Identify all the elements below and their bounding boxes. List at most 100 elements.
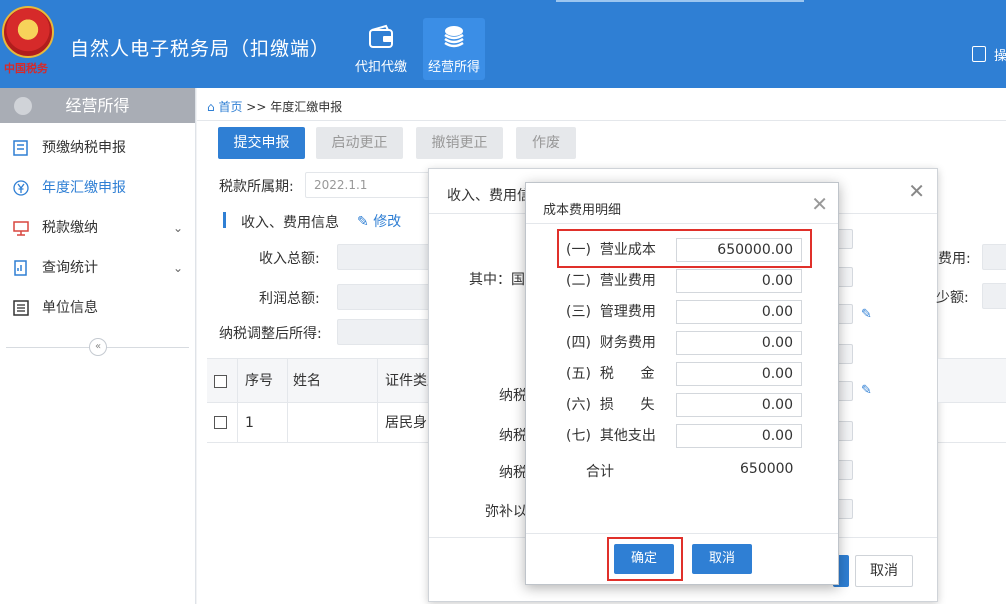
operating-expense-input[interactable]: 0.00 xyxy=(676,269,802,293)
edit-link[interactable]: ✎ 修改 xyxy=(357,211,401,231)
sidebar-item-label: 预缴纳税申报 xyxy=(42,140,126,156)
cost-label: (五) 税 金 xyxy=(566,366,655,382)
payment-icon xyxy=(13,221,29,236)
highlight-confirm xyxy=(607,537,683,581)
highlight-operating-cost xyxy=(557,229,812,268)
yen-icon xyxy=(13,180,29,196)
close-icon[interactable]: ✕ xyxy=(811,192,828,216)
total-income-input[interactable] xyxy=(337,244,437,270)
void-button[interactable]: 作废 xyxy=(516,127,576,159)
sidebar-item-annual-declaration[interactable]: 年度汇缴申报 xyxy=(0,168,195,208)
breadcrumb-home[interactable]: 首页 xyxy=(218,100,242,114)
dialog-title: 收入、费用信 xyxy=(447,188,531,204)
cancel-button[interactable]: 取消 xyxy=(692,544,752,574)
cost-label: (三) 管理费用 xyxy=(566,304,656,320)
close-icon[interactable]: ✕ xyxy=(908,179,925,203)
nav-business-income[interactable]: 经营所得 xyxy=(423,18,485,80)
wallet-icon xyxy=(369,24,393,48)
total-value: 650000 xyxy=(740,461,794,477)
total-income-label: 收入总额: xyxy=(259,251,320,267)
chart-doc-icon xyxy=(14,260,27,276)
breadcrumb: ⌂ 首页 >> 年度汇缴申报 xyxy=(207,98,342,115)
period-input[interactable]: 2022.1.1 xyxy=(305,172,435,198)
breadcrumb-separator: >> xyxy=(246,100,267,114)
sidebar-item-query-stats[interactable]: 查询统计 ⌄ xyxy=(0,248,195,288)
column-divider xyxy=(287,358,288,443)
admin-expense-input[interactable]: 0.00 xyxy=(676,300,802,324)
nav-business-income-label: 经营所得 xyxy=(427,60,480,75)
row-index: 1 xyxy=(245,415,254,431)
cost-label: (六) 损 失 xyxy=(566,397,655,413)
taxes-input[interactable]: 0.00 xyxy=(676,362,802,386)
dialog-label: 纳税 xyxy=(499,465,527,481)
dialog-cancel-button[interactable]: 取消 xyxy=(855,555,913,587)
start-correction-button[interactable]: 启动更正 xyxy=(316,127,403,159)
tax-emblem-icon xyxy=(2,6,54,58)
home-icon[interactable]: ⌂ xyxy=(207,100,215,114)
header-accent-line xyxy=(556,0,804,2)
chevron-down-icon[interactable]: ⌄ xyxy=(173,248,183,288)
cost-detail-dialog: 成本费用明细 ✕ (一) 营业成本 650000.00 (二) 营业费用 0.0… xyxy=(525,182,839,585)
row-checkbox[interactable] xyxy=(214,416,227,429)
app-title: 自然人电子税务局（扣缴端） xyxy=(70,38,331,60)
cost-label: (二) 营业费用 xyxy=(566,273,656,289)
cancel-correction-button[interactable]: 撤销更正 xyxy=(416,127,503,159)
period-label: 税款所属期: xyxy=(219,179,294,195)
sidebar-item-label: 年度汇缴申报 xyxy=(42,180,126,196)
submit-declaration-button[interactable]: 提交申报 xyxy=(218,127,305,159)
sidebar: 经营所得 预缴纳税申报 年度汇缴申报 税款缴纳 ⌄ 查询统计 ⌄ 单位信息 « xyxy=(0,88,196,604)
pencil-icon[interactable]: ✎ xyxy=(861,383,875,398)
column-divider xyxy=(237,358,238,443)
fee-input[interactable] xyxy=(982,244,1006,270)
row-id-type: 居民身 xyxy=(385,415,427,431)
column-header-index: 序号 xyxy=(245,373,273,389)
sidebar-item-unit-info[interactable]: 单位信息 xyxy=(0,288,195,328)
sidebar-item-label: 单位信息 xyxy=(42,300,98,316)
section-marker xyxy=(223,212,226,228)
sidebar-header: 经营所得 xyxy=(0,88,195,123)
total-profit-input[interactable] xyxy=(337,284,437,310)
operation-icon[interactable] xyxy=(972,46,986,62)
sidebar-item-label: 查询统计 xyxy=(42,260,98,276)
coin-stack-icon xyxy=(444,26,464,48)
sidebar-title: 经营所得 xyxy=(65,96,130,115)
breadcrumb-current: 年度汇缴申报 xyxy=(270,100,343,114)
cost-row-taxes: (五) 税 金 0.00 xyxy=(566,362,802,386)
cost-row-other-expense: (七) 其他支出 0.00 xyxy=(566,424,802,448)
nav-withholding-label: 代扣代缴 xyxy=(354,60,407,75)
emblem-caption: 中国税务 xyxy=(4,62,48,75)
dialog-footer-divider xyxy=(526,533,838,534)
total-label: 合计 xyxy=(586,464,614,480)
cost-label: (四) 财务费用 xyxy=(566,335,656,351)
section-title: 收入、费用信息 xyxy=(241,215,339,231)
pencil-icon[interactable]: ✎ xyxy=(861,307,875,322)
other-expense-input[interactable]: 0.00 xyxy=(676,424,802,448)
reduction-label: 少额: xyxy=(936,290,969,306)
header-right-text[interactable]: 操 xyxy=(994,45,1006,64)
app-header: 中国税务 自然人电子税务局（扣缴端） 代扣代缴 经营所得 操 xyxy=(0,0,1006,88)
cost-label: (七) 其他支出 xyxy=(566,428,656,444)
chevron-down-icon[interactable]: ⌄ xyxy=(173,208,183,248)
table-header-extension xyxy=(938,358,1006,403)
pencil-icon: ✎ xyxy=(357,214,369,230)
cost-row-finance-expense: (四) 财务费用 0.00 xyxy=(566,331,802,355)
select-all-checkbox[interactable] xyxy=(214,375,227,388)
column-header-name: 姓名 xyxy=(293,373,321,389)
sidebar-item-tax-payment[interactable]: 税款缴纳 ⌄ xyxy=(0,208,195,248)
finance-expense-input[interactable]: 0.00 xyxy=(676,331,802,355)
adjusted-income-input[interactable] xyxy=(337,319,437,345)
dialog-label: 纳税 xyxy=(499,388,527,404)
form-icon xyxy=(13,140,28,156)
cost-row-losses: (六) 损 失 0.00 xyxy=(566,393,802,417)
fee-label: 费用: xyxy=(938,251,971,267)
edit-label: 修改 xyxy=(373,214,402,230)
cost-row-operating-expense: (二) 营业费用 0.00 xyxy=(566,269,802,293)
adjusted-income-label: 纳税调整后所得: xyxy=(219,326,322,342)
sidebar-item-prepay-declaration[interactable]: 预缴纳税申报 xyxy=(0,128,195,168)
reduction-input[interactable] xyxy=(982,283,1006,309)
column-divider xyxy=(377,358,378,443)
breadcrumb-divider xyxy=(197,120,1006,121)
collapse-sidebar-button[interactable]: « xyxy=(89,338,107,356)
losses-input[interactable]: 0.00 xyxy=(676,393,802,417)
nav-withholding[interactable]: 代扣代缴 xyxy=(350,18,412,80)
